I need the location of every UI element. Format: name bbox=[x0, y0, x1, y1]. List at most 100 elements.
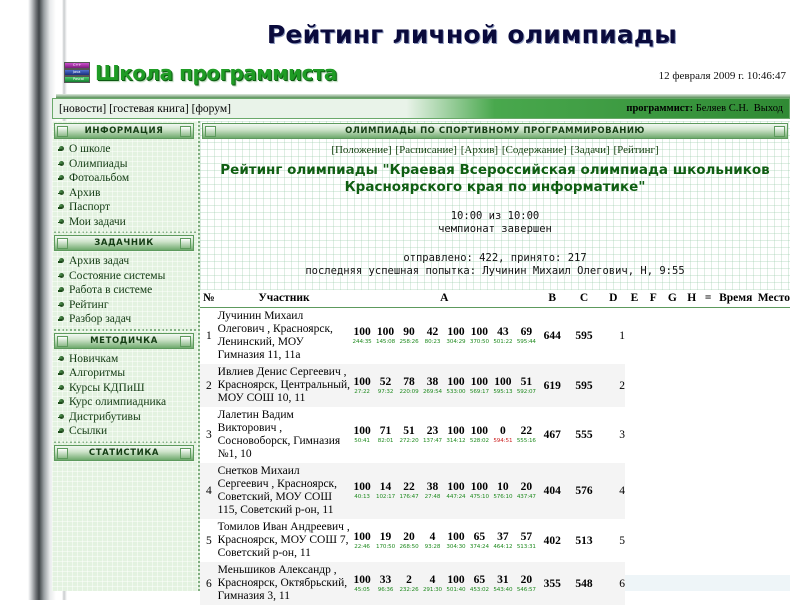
col-header-f[interactable]: F bbox=[644, 290, 663, 308]
task-score-cell[interactable]: 51592:07 bbox=[515, 376, 538, 396]
cell-participant[interactable]: Снетков Михаил Сергеевич , Красноярск, С… bbox=[218, 463, 351, 519]
task-score-cell[interactable]: 7182:01 bbox=[374, 425, 397, 445]
cell-participant[interactable]: Томилов Иван Андреевич , Красноярск, МОУ… bbox=[218, 519, 351, 562]
task-score-cell[interactable]: 100304:29 bbox=[444, 326, 467, 346]
task-score-cell[interactable]: 90258:26 bbox=[397, 326, 420, 346]
task-score-cell[interactable]: 14102:17 bbox=[374, 481, 397, 501]
sidebar-item-novichkam[interactable]: Новичкам bbox=[52, 352, 198, 367]
task-score-cell[interactable]: 69595:44 bbox=[515, 326, 538, 346]
task-score-cell[interactable]: 100447:24 bbox=[444, 481, 467, 501]
site-logo[interactable]: C++ Java Pascal Школа программиста bbox=[60, 60, 337, 86]
col-header-time[interactable]: Время bbox=[715, 290, 757, 308]
sidebar-item-o-shkole[interactable]: О школе bbox=[52, 142, 198, 157]
sidebar-item-kursy-kdpish[interactable]: Курсы КДПиШ bbox=[52, 381, 198, 396]
col-header-a[interactable]: A bbox=[350, 290, 538, 308]
task-score-cell[interactable]: 10022:46 bbox=[350, 531, 373, 551]
logout-link[interactable]: Выход bbox=[754, 103, 783, 114]
sidebar-item-sostoyanie-sistemy[interactable]: Состояние системы bbox=[52, 269, 198, 284]
task-score-cell[interactable]: 100475:10 bbox=[468, 481, 491, 501]
task-score-cell[interactable]: 493:28 bbox=[421, 531, 444, 551]
table-row[interactable]: 3Лалетин Вадим Викторович , Сосновоборск… bbox=[200, 407, 790, 463]
table-row[interactable]: 1Лучинин Михаил Олегович , Красноярск, Л… bbox=[200, 308, 790, 365]
task-score-cell[interactable]: 57513:31 bbox=[515, 531, 538, 551]
top-nav-links[interactable]: [новости] [гостевая книга] [форум] bbox=[53, 103, 231, 115]
cell-participant[interactable]: Ивлиев Денис Сергеевич , Красноярск, Цен… bbox=[218, 364, 351, 407]
col-header-d[interactable]: D bbox=[602, 290, 625, 308]
col-header-number[interactable]: № bbox=[200, 290, 218, 308]
task-score-cell[interactable]: 100595:13 bbox=[491, 376, 514, 396]
subnav-item-arhiv[interactable]: [Архив] bbox=[461, 144, 498, 156]
subnav-item-zadachi[interactable]: [Задачи] bbox=[571, 144, 610, 156]
task-score-cell[interactable]: 22555:16 bbox=[515, 425, 538, 445]
task-score-cell[interactable]: 22176:47 bbox=[397, 481, 420, 501]
cell-participant[interactable]: Меньшиков Александр , Красноярск, Октябр… bbox=[218, 562, 351, 605]
col-header-participant[interactable]: Участник bbox=[218, 290, 351, 308]
task-score-cell[interactable]: 51272:20 bbox=[397, 425, 420, 445]
task-score-cell[interactable]: 10040:13 bbox=[350, 481, 373, 501]
subnav-item-reyting[interactable]: [Рейтинг] bbox=[613, 144, 658, 156]
sidebar-item-pasport[interactable]: Паспорт bbox=[52, 200, 198, 215]
sidebar-item-kurs-olimpiadnika[interactable]: Курс олимпиадника bbox=[52, 395, 198, 410]
task-score-cell[interactable]: 65453:02 bbox=[468, 574, 491, 594]
task-score-cell[interactable]: 5297:32 bbox=[374, 376, 397, 396]
task-score-cell[interactable]: 4291:30 bbox=[421, 574, 444, 594]
task-score-cell[interactable]: 3827:48 bbox=[421, 481, 444, 501]
table-row[interactable]: 4Снетков Михаил Сергеевич , Красноярск, … bbox=[200, 463, 790, 519]
sidebar-item-arhiv[interactable]: Архив bbox=[52, 186, 198, 201]
sidebar-item-olimpiady[interactable]: Олимпиады bbox=[52, 157, 198, 172]
task-score-cell[interactable]: 10045:05 bbox=[350, 574, 373, 594]
task-score-cell[interactable]: 23137:47 bbox=[421, 425, 444, 445]
task-score-cell[interactable]: 100501:40 bbox=[444, 574, 467, 594]
sidebar-item-moi-zadachi[interactable]: Мои задачи bbox=[52, 215, 198, 230]
task-score-cell[interactable]: 65374:24 bbox=[468, 531, 491, 551]
task-score-cell[interactable]: 0594:51 bbox=[491, 425, 514, 445]
table-row[interactable]: 2Ивлиев Денис Сергеевич , Красноярск, Це… bbox=[200, 364, 790, 407]
task-score-cell[interactable]: 100569:17 bbox=[468, 376, 491, 396]
sidebar-item-distributivy[interactable]: Дистрибутивы bbox=[52, 410, 198, 425]
task-score-cell[interactable]: 78220:09 bbox=[397, 376, 420, 396]
task-score-value: 52 bbox=[374, 376, 397, 389]
col-header-c[interactable]: C bbox=[566, 290, 601, 308]
table-row[interactable]: 5Томилов Иван Андреевич , Красноярск, МО… bbox=[200, 519, 790, 562]
sidebar-item-fotoalbom[interactable]: Фотоальбом bbox=[52, 171, 198, 186]
sidebar-item-arhiv-zadach[interactable]: Архив задач bbox=[52, 254, 198, 269]
task-score-cell[interactable]: 100304:30 bbox=[444, 531, 467, 551]
col-header-total[interactable]: = bbox=[701, 290, 714, 308]
cell-participant[interactable]: Лучинин Михаил Олегович , Красноярск, Ле… bbox=[218, 308, 351, 365]
col-header-g[interactable]: G bbox=[663, 290, 682, 308]
task-score-cell[interactable]: 31543:40 bbox=[491, 574, 514, 594]
sidebar-item-reyting[interactable]: Рейтинг bbox=[52, 298, 198, 313]
sidebar-item-razbor-zadach[interactable]: Разбор задач bbox=[52, 312, 198, 327]
sidebar-item-algoritmy[interactable]: Алгоритмы bbox=[52, 366, 198, 381]
subnav-item-raspisanie[interactable]: [Расписание] bbox=[395, 144, 457, 156]
sidebar-item-ssylki[interactable]: Ссылки bbox=[52, 424, 198, 439]
task-score-cell[interactable]: 19170:50 bbox=[374, 531, 397, 551]
task-score-cell[interactable]: 20546:57 bbox=[515, 574, 538, 594]
task-score-cell[interactable]: 3396:36 bbox=[374, 574, 397, 594]
task-score-cell[interactable]: 100314:12 bbox=[444, 425, 467, 445]
task-score-cell[interactable]: 20437:47 bbox=[515, 481, 538, 501]
task-score-cell[interactable]: 37464:12 bbox=[491, 531, 514, 551]
table-row[interactable]: 6Меньшиков Александр , Красноярск, Октяб… bbox=[200, 562, 790, 605]
sidebar-item-rabota-v-sisteme[interactable]: Работа в системе bbox=[52, 283, 198, 298]
task-score-cell[interactable]: 20268:50 bbox=[397, 531, 420, 551]
col-header-b[interactable]: B bbox=[538, 290, 566, 308]
col-header-place[interactable]: Место bbox=[757, 290, 790, 308]
task-score-cell[interactable]: 10576:10 bbox=[491, 481, 514, 501]
task-score-cell[interactable]: 4280:23 bbox=[421, 326, 444, 346]
task-score-cell[interactable]: 100370:50 bbox=[468, 326, 491, 346]
task-score-cell[interactable]: 100528:02 bbox=[468, 425, 491, 445]
cell-participant[interactable]: Лалетин Вадим Викторович , Сосновоборск,… bbox=[218, 407, 351, 463]
task-score-cell[interactable]: 10027:22 bbox=[350, 376, 373, 396]
task-score-cell[interactable]: 100145:08 bbox=[374, 326, 397, 346]
subnav-item-polozhenie[interactable]: [Положение] bbox=[331, 144, 391, 156]
col-header-e[interactable]: E bbox=[625, 290, 644, 308]
subnav-item-soderzhanie[interactable]: [Содержание] bbox=[502, 144, 567, 156]
task-score-cell[interactable]: 100533:00 bbox=[444, 376, 467, 396]
col-header-h[interactable]: H bbox=[682, 290, 701, 308]
task-score-cell[interactable]: 2232:26 bbox=[397, 574, 420, 594]
task-score-cell[interactable]: 38269:54 bbox=[421, 376, 444, 396]
task-score-cell[interactable]: 43501:22 bbox=[491, 326, 514, 346]
task-score-cell[interactable]: 10050:41 bbox=[350, 425, 373, 445]
task-score-cell[interactable]: 100244:35 bbox=[350, 326, 373, 346]
